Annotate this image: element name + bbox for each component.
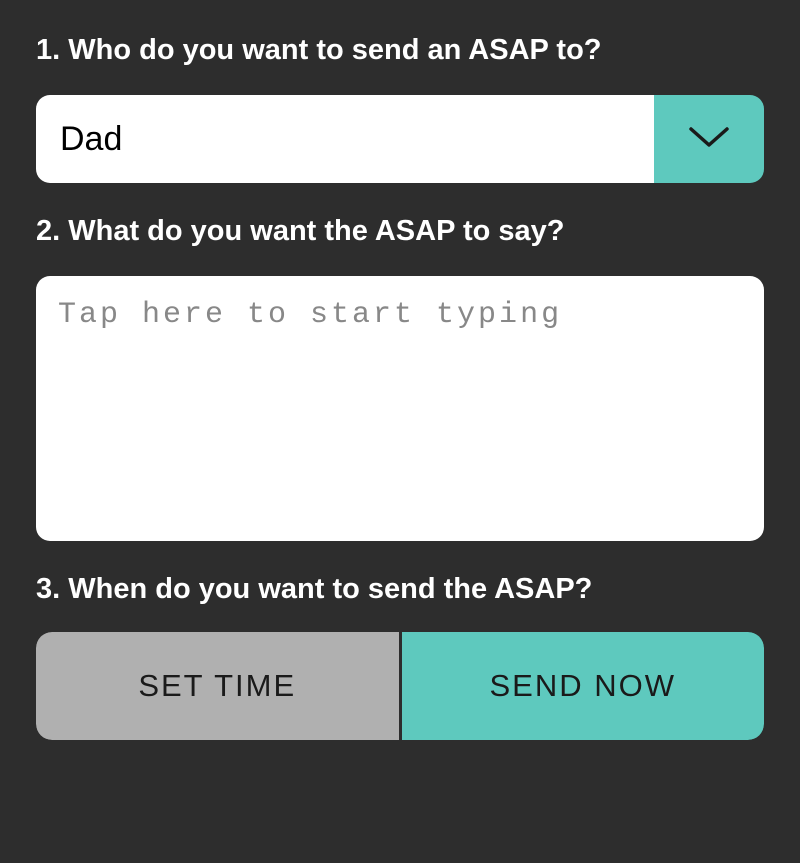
recipient-dropdown-value: Dad — [36, 95, 654, 183]
message-question-label: 2. What do you want the ASAP to say? — [36, 215, 764, 248]
set-time-button[interactable]: SET TIME — [36, 632, 399, 740]
timing-button-row: SET TIME SEND NOW — [36, 632, 764, 740]
message-textarea-container — [36, 276, 764, 541]
send-now-button[interactable]: SEND NOW — [402, 632, 765, 740]
message-input[interactable] — [58, 298, 742, 519]
recipient-question-label: 1. Who do you want to send an ASAP to? — [36, 34, 764, 67]
timing-question-label: 3. When do you want to send the ASAP? — [36, 573, 764, 606]
recipient-dropdown[interactable]: Dad — [36, 95, 764, 183]
chevron-down-icon — [685, 121, 733, 158]
recipient-dropdown-toggle[interactable] — [654, 95, 764, 183]
